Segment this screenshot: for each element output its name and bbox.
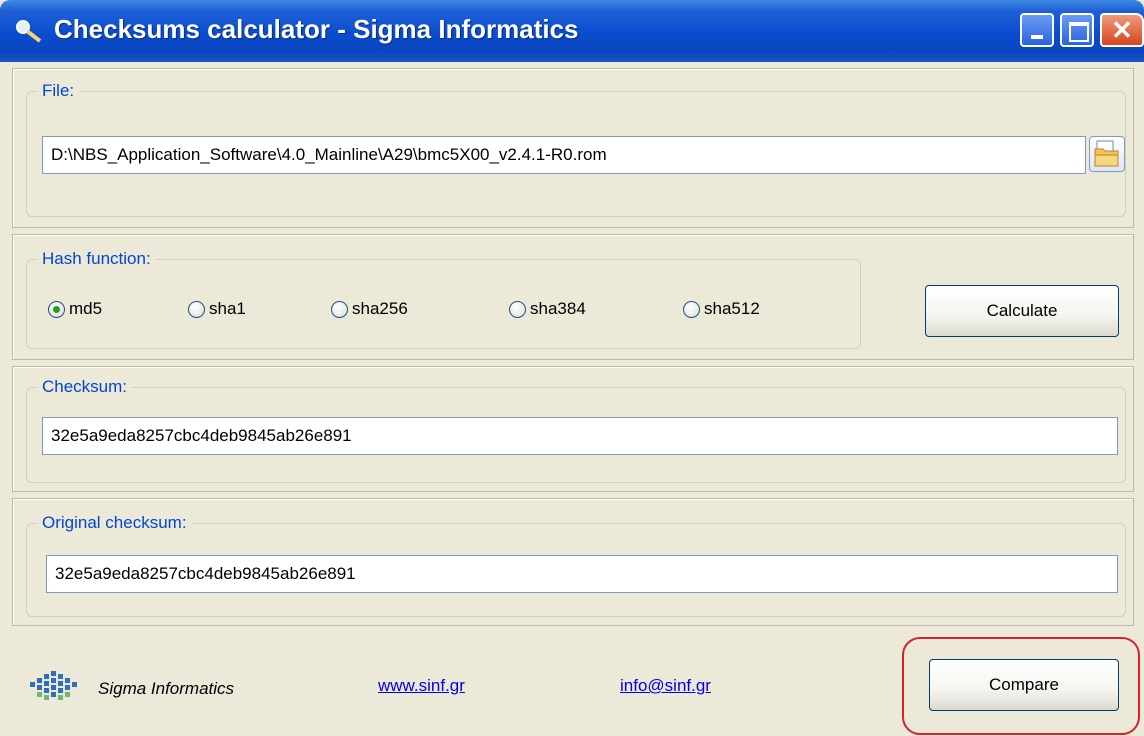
radio-sha256[interactable]: sha256 — [331, 297, 408, 321]
radio-md5-label: md5 — [69, 299, 103, 318]
radio-sha384-label: sha384 — [530, 299, 586, 318]
radio-sha256-icon — [331, 300, 348, 318]
magnifier-icon — [16, 20, 42, 43]
radio-md5-icon — [48, 300, 65, 318]
radio-sha384[interactable]: sha384 — [509, 297, 586, 321]
original-checksum-input[interactable]: 32e5a9eda8257cbc4deb9845ab26e891 — [46, 555, 1118, 593]
radio-sha256-label: sha256 — [352, 299, 408, 318]
radio-sha512[interactable]: sha512 — [683, 297, 760, 321]
email-link[interactable]: info@sinf.gr — [620, 676, 711, 696]
window-title: Checksums calculator - Sigma Informatics — [54, 14, 579, 44]
radio-md5[interactable]: md5 — [48, 297, 102, 321]
folder-icon — [1094, 140, 1119, 167]
radio-sha384-icon — [509, 300, 526, 318]
radio-sha1-icon — [188, 300, 205, 318]
title-bar[interactable]: Checksums calculator - Sigma Informatics… — [0, 0, 1144, 62]
checksum-legend: Checksum: — [37, 375, 133, 399]
minimize-button[interactable] — [1020, 13, 1054, 47]
radio-sha1-label: sha1 — [209, 299, 246, 318]
radio-sha1[interactable]: sha1 — [188, 297, 246, 321]
sigma-logo-icon — [30, 671, 77, 700]
browse-button[interactable] — [1089, 136, 1125, 172]
website-link[interactable]: www.sinf.gr — [378, 676, 465, 696]
original-checksum-legend: Original checksum: — [37, 511, 192, 535]
compare-highlight — [902, 637, 1140, 735]
hash-legend: Hash function: — [37, 247, 156, 271]
file-legend: File: — [37, 79, 80, 103]
file-path-input[interactable]: D:\NBS_Application_Software\4.0_Mainline… — [42, 136, 1086, 174]
calculate-button[interactable]: Calculate — [925, 285, 1119, 337]
close-button[interactable]: ✕ — [1100, 13, 1144, 47]
radio-sha512-icon — [683, 300, 700, 318]
radio-sha512-label: sha512 — [704, 299, 760, 318]
checksum-field[interactable]: 32e5a9eda8257cbc4deb9845ab26e891 — [42, 417, 1118, 455]
brand-name: Sigma Informatics — [98, 679, 235, 698]
maximize-button[interactable] — [1060, 13, 1094, 47]
close-icon: ✕ — [1111, 15, 1133, 45]
